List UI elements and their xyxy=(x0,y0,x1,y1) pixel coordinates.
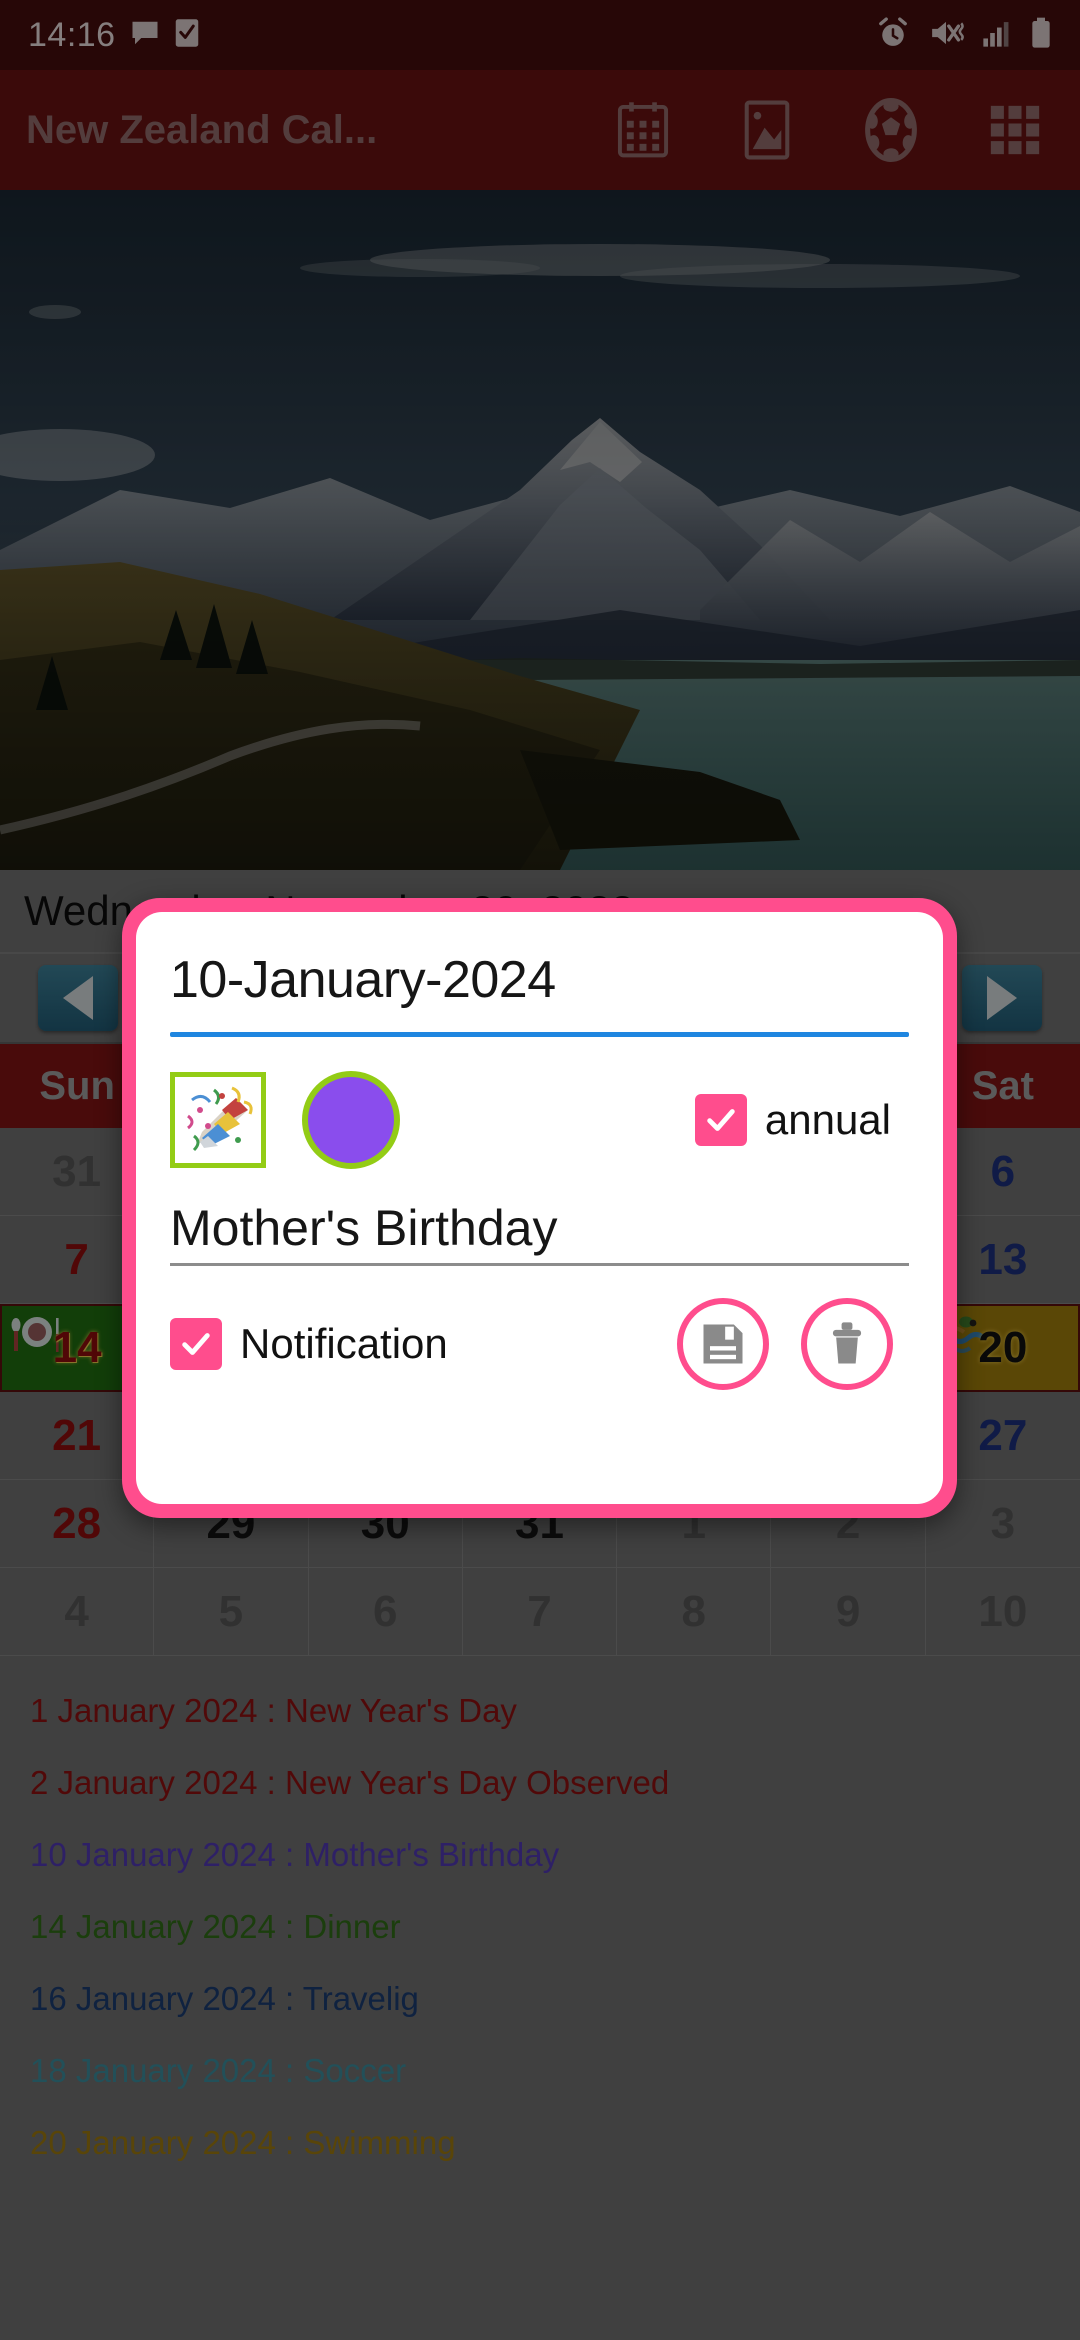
dialog-date-label: 10-January-2024 xyxy=(170,951,556,1009)
notification-label: Notification xyxy=(240,1320,448,1367)
event-editor-dialog: 10-January-2024 annual Mother's Birthday… xyxy=(122,898,957,1518)
check-icon xyxy=(182,1333,210,1355)
delete-button[interactable] xyxy=(801,1298,893,1390)
annual-label: annual xyxy=(764,1096,891,1143)
party-popper-icon[interactable] xyxy=(170,1072,266,1168)
save-floppy-icon xyxy=(703,1324,743,1364)
party-popper-glyph xyxy=(187,1086,253,1152)
trash-icon xyxy=(832,1322,862,1364)
notification-checkbox[interactable] xyxy=(170,1318,222,1370)
check-icon xyxy=(707,1109,735,1131)
notification-checkbox-row[interactable]: Notification xyxy=(170,1318,448,1370)
annual-checkbox[interactable] xyxy=(694,1094,747,1146)
save-button[interactable] xyxy=(677,1298,769,1390)
event-color-swatch[interactable] xyxy=(302,1071,400,1169)
annual-checkbox-row[interactable]: annual xyxy=(694,1094,909,1146)
event-title-input[interactable]: Mother's Birthday xyxy=(170,1199,909,1263)
event-title-underline xyxy=(170,1263,909,1266)
dialog-date-underline xyxy=(170,1032,909,1037)
